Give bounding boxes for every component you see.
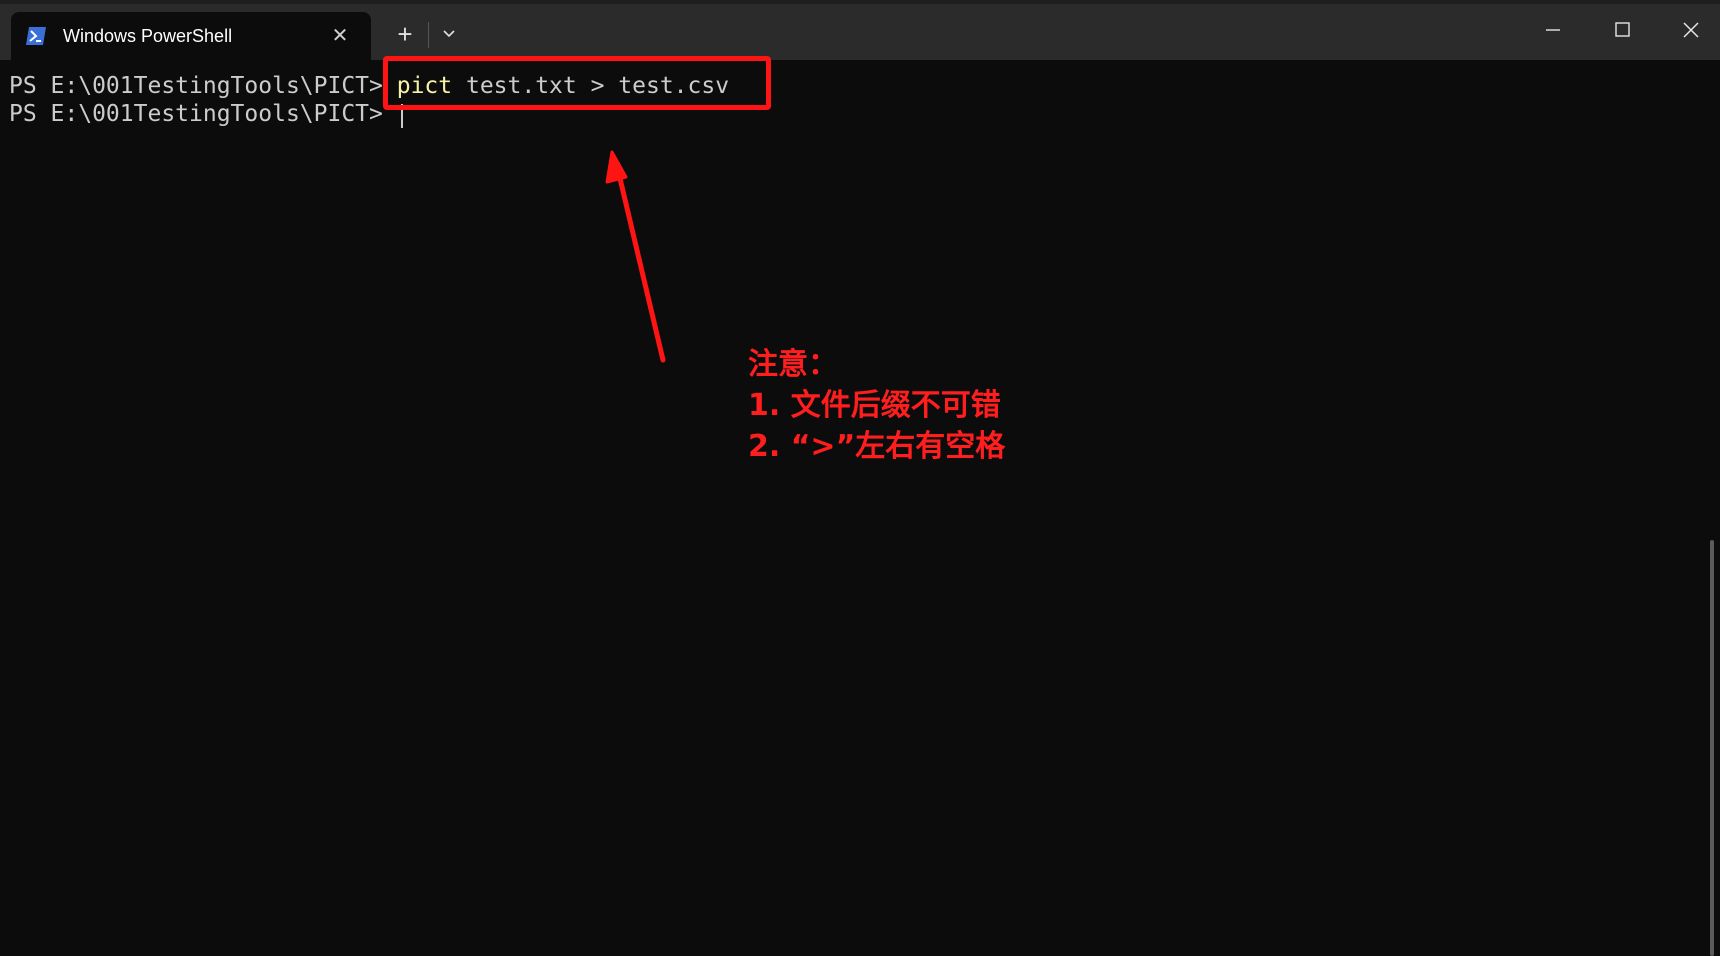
maximize-button[interactable] <box>1599 12 1645 48</box>
note-item-2: 2. “>”左右有空格 <box>748 429 1006 464</box>
chevron-down-icon[interactable] <box>436 21 462 47</box>
window-top-edge <box>0 0 1720 4</box>
prompt: PS E:\001TestingTools\PICT> <box>9 73 397 99</box>
highlight-box <box>383 56 771 110</box>
prompt: PS E:\001TestingTools\PICT> <box>9 101 397 127</box>
title-bar: Windows PowerShell ✕ + <box>0 0 1720 60</box>
terminal-output[interactable]: PS E:\001TestingTools\PICT> pict test.tx… <box>0 60 1714 956</box>
tab-divider <box>428 22 429 48</box>
close-window-button[interactable] <box>1668 12 1714 48</box>
note-item-1: 1. 文件后缀不可错 <box>748 388 1001 423</box>
minimize-button[interactable] <box>1530 12 1576 48</box>
scrollbar[interactable] <box>1710 540 1714 956</box>
tab-title: Windows PowerShell <box>63 26 233 46</box>
tab-windows-powershell[interactable]: Windows PowerShell ✕ <box>11 12 371 60</box>
new-tab-button[interactable]: + <box>390 19 420 49</box>
close-tab-icon[interactable]: ✕ <box>327 23 353 49</box>
annotation-note: 注意： 1. 文件后缀不可错 2. “>”左右有空格 <box>748 344 1005 467</box>
terminal-line-2: PS E:\001TestingTools\PICT> <box>9 100 397 128</box>
powershell-icon <box>25 25 47 47</box>
note-title: 注意： <box>748 347 838 382</box>
